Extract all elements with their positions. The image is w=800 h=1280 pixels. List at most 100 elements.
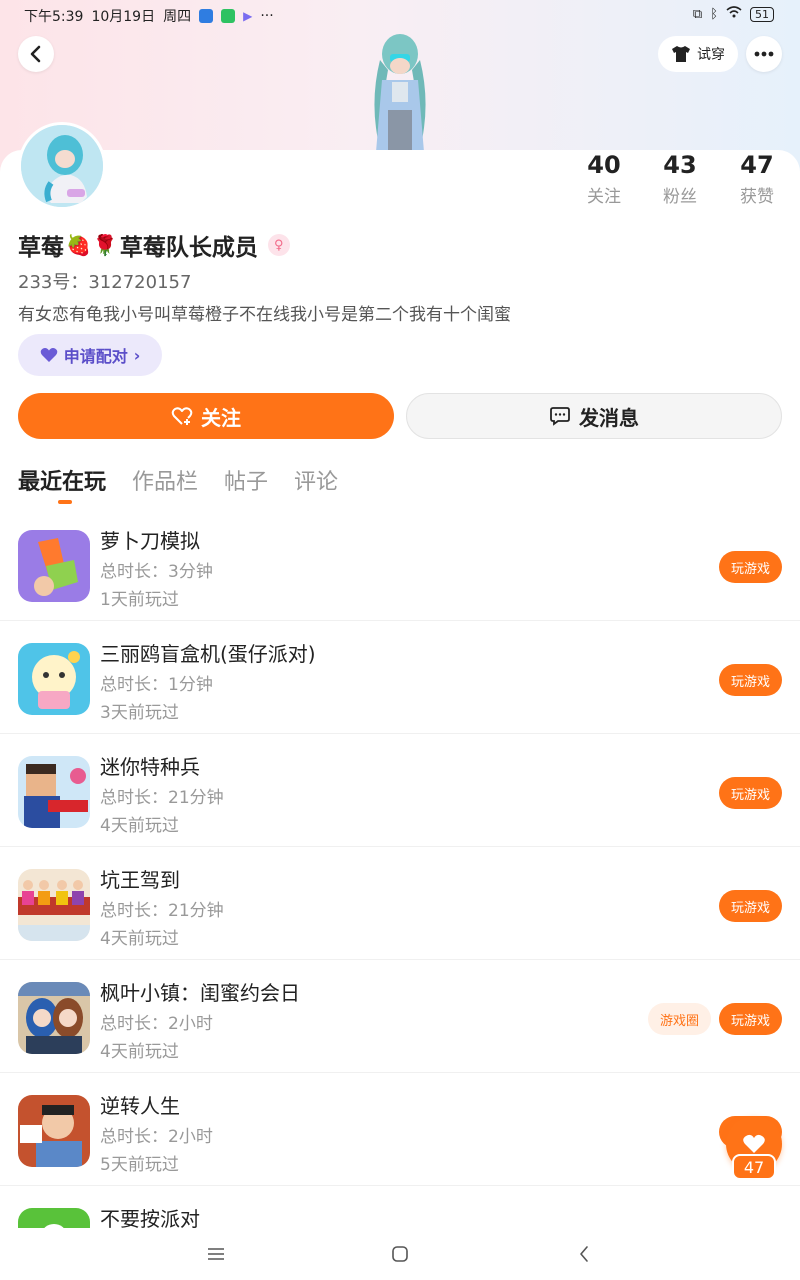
follow-heart-icon bbox=[171, 407, 193, 425]
apply-pair-button[interactable]: 申请配对 › bbox=[18, 334, 162, 376]
profile-username: 草莓 🍓 🌹 草莓队长成员 ♀ bbox=[18, 228, 290, 262]
game-icon bbox=[18, 982, 90, 1054]
profile-stats: 40 关注 43 粉丝 47 获赞 bbox=[566, 150, 796, 210]
active-tab-indicator bbox=[58, 500, 72, 504]
menu-icon[interactable] bbox=[204, 1242, 228, 1266]
game-name: 枫叶小镇：闺蜜约会日 bbox=[100, 981, 300, 1005]
stat-following-value: 40 bbox=[587, 151, 621, 179]
game-duration: 总时长：2小时 bbox=[100, 1127, 213, 1147]
game-row[interactable]: 枫叶小镇：闺蜜约会日 总时长：2小时 4天前玩过 游戏圈 玩游戏 bbox=[0, 960, 800, 1073]
send-message-label: 发消息 bbox=[579, 405, 639, 430]
game-duration: 总时长：21分钟 bbox=[100, 788, 224, 808]
game-row[interactable]: 逆转人生 总时长：2小时 5天前玩过 玩游戏 bbox=[0, 1073, 800, 1186]
heart-icon bbox=[743, 1134, 765, 1153]
tab-works[interactable]: 作品栏 bbox=[132, 464, 198, 504]
status-time: 下午5:39 bbox=[24, 9, 84, 25]
username-suffix: 草莓队长成员 bbox=[119, 235, 258, 261]
status-weekday: 周四 bbox=[163, 9, 192, 25]
screen-mirror-icon: ⧉ bbox=[692, 6, 703, 22]
rose-emoji: 🌹 bbox=[92, 233, 118, 257]
heart-pair-icon bbox=[40, 348, 57, 362]
game-name: 迷你特种兵 bbox=[100, 755, 200, 779]
profile-bio: 有女恋有龟我小号叫草莓橙子不在线我小号是第二个我有十个闺蜜 bbox=[18, 305, 511, 325]
system-nav-bar bbox=[0, 1228, 800, 1280]
stat-following-label: 关注 bbox=[587, 187, 621, 207]
game-circle-button[interactable]: 游戏圈 bbox=[648, 1003, 711, 1035]
wifi-icon bbox=[726, 6, 742, 22]
battery-icon: 51 bbox=[750, 6, 774, 22]
strawberry-emoji: 🍓 bbox=[66, 233, 91, 257]
follow-button[interactable]: 关注 bbox=[18, 393, 394, 439]
more-options-button[interactable] bbox=[746, 36, 782, 72]
tab-recently-played[interactable]: 最近在玩 bbox=[18, 464, 106, 504]
app-notification-icon bbox=[199, 9, 214, 23]
stat-following[interactable]: 40 关注 bbox=[566, 150, 642, 207]
stat-followers[interactable]: 43 粉丝 bbox=[642, 150, 718, 207]
game-icon bbox=[18, 1095, 90, 1167]
back-nav-icon[interactable] bbox=[572, 1242, 596, 1266]
avatar-character-figure[interactable] bbox=[360, 30, 440, 152]
game-row[interactable]: 三丽鸥盲盒机(蛋仔派对) 总时长：1分钟 3天前玩过 玩游戏 bbox=[0, 621, 800, 734]
game-icon bbox=[18, 530, 90, 602]
try-on-button[interactable]: 试穿 bbox=[658, 36, 738, 72]
status-more: ··· bbox=[260, 8, 274, 24]
game-duration: 总时长：1分钟 bbox=[100, 675, 213, 695]
bluetooth-icon: ᛒ bbox=[710, 6, 718, 22]
game-duration: 总时长：21分钟 bbox=[100, 901, 224, 921]
user-id-label: 233号： bbox=[18, 272, 89, 293]
game-last-played: 3天前玩过 bbox=[100, 703, 179, 723]
game-icon bbox=[18, 643, 90, 715]
apply-pair-label: 申请配对 bbox=[63, 347, 128, 366]
stat-likes-label: 获赞 bbox=[740, 187, 774, 207]
send-message-button[interactable]: 发消息 bbox=[406, 393, 782, 439]
game-name: 逆转人生 bbox=[100, 1094, 180, 1118]
game-last-played: 4天前玩过 bbox=[100, 929, 179, 949]
game-name: 不要按派对 bbox=[100, 1207, 200, 1228]
play-game-button[interactable]: 玩游戏 bbox=[719, 890, 782, 922]
tab-comments[interactable]: 评论 bbox=[294, 464, 338, 504]
floating-like-button[interactable]: 47 bbox=[726, 1116, 782, 1186]
user-id: 233号：312720157 bbox=[18, 268, 191, 294]
game-icon bbox=[18, 756, 90, 828]
game-duration: 总时长：3分钟 bbox=[100, 562, 213, 582]
back-button[interactable] bbox=[18, 36, 54, 72]
game-name: 萝卜刀模拟 bbox=[100, 529, 200, 553]
play-game-button[interactable]: 玩游戏 bbox=[719, 551, 782, 583]
play-game-button[interactable]: 玩游戏 bbox=[719, 1003, 782, 1035]
game-row[interactable]: 萝卜刀模拟 总时长：3分钟 1天前玩过 玩游戏 bbox=[0, 508, 800, 621]
play-game-button[interactable]: 玩游戏 bbox=[719, 664, 782, 696]
game-name: 三丽鸥盲盒机(蛋仔派对) bbox=[100, 642, 316, 666]
play-game-button[interactable]: 玩游戏 bbox=[719, 777, 782, 809]
status-bar: 下午5:39 10月19日 周四 ▶ ··· ⧉ ᛒ 51 bbox=[0, 0, 800, 30]
stat-likes-value: 47 bbox=[740, 151, 774, 179]
play-notification-icon: ▶ bbox=[243, 9, 253, 23]
home-icon[interactable] bbox=[388, 1242, 412, 1266]
profile-tabs: 最近在玩 作品栏 帖子 评论 bbox=[18, 464, 338, 504]
game-duration: 总时长：2小时 bbox=[100, 1014, 213, 1034]
game-row[interactable]: 不要按派对 bbox=[0, 1186, 800, 1228]
tab-posts[interactable]: 帖子 bbox=[224, 464, 268, 504]
stat-likes[interactable]: 47 获赞 bbox=[719, 150, 795, 207]
try-on-label: 试穿 bbox=[697, 47, 725, 63]
back-arrow-icon bbox=[30, 45, 41, 63]
game-last-played: 1天前玩过 bbox=[100, 590, 179, 610]
chevron-right-icon: › bbox=[133, 345, 141, 365]
tshirt-icon bbox=[672, 46, 690, 62]
game-icon bbox=[18, 869, 90, 941]
username-text: 草莓 bbox=[18, 235, 64, 261]
user-id-value: 312720157 bbox=[88, 272, 192, 293]
game-icon bbox=[18, 1208, 90, 1228]
game-row[interactable]: 坑王驾到 总时长：21分钟 4天前玩过 玩游戏 bbox=[0, 847, 800, 960]
status-date: 10月19日 bbox=[91, 9, 156, 25]
game-row[interactable]: 迷你特种兵 总时长：21分钟 4天前玩过 玩游戏 bbox=[0, 734, 800, 847]
stat-followers-label: 粉丝 bbox=[663, 187, 697, 207]
more-dots-icon bbox=[754, 51, 774, 57]
message-icon bbox=[550, 407, 570, 426]
game-last-played: 4天前玩过 bbox=[100, 816, 179, 836]
avatar[interactable] bbox=[18, 122, 106, 210]
game-last-played: 5天前玩过 bbox=[100, 1155, 179, 1175]
wechat-notification-icon bbox=[221, 9, 236, 23]
follow-label: 关注 bbox=[201, 405, 241, 430]
game-name: 坑王驾到 bbox=[100, 868, 180, 892]
female-gender-icon: ♀ bbox=[267, 234, 290, 256]
